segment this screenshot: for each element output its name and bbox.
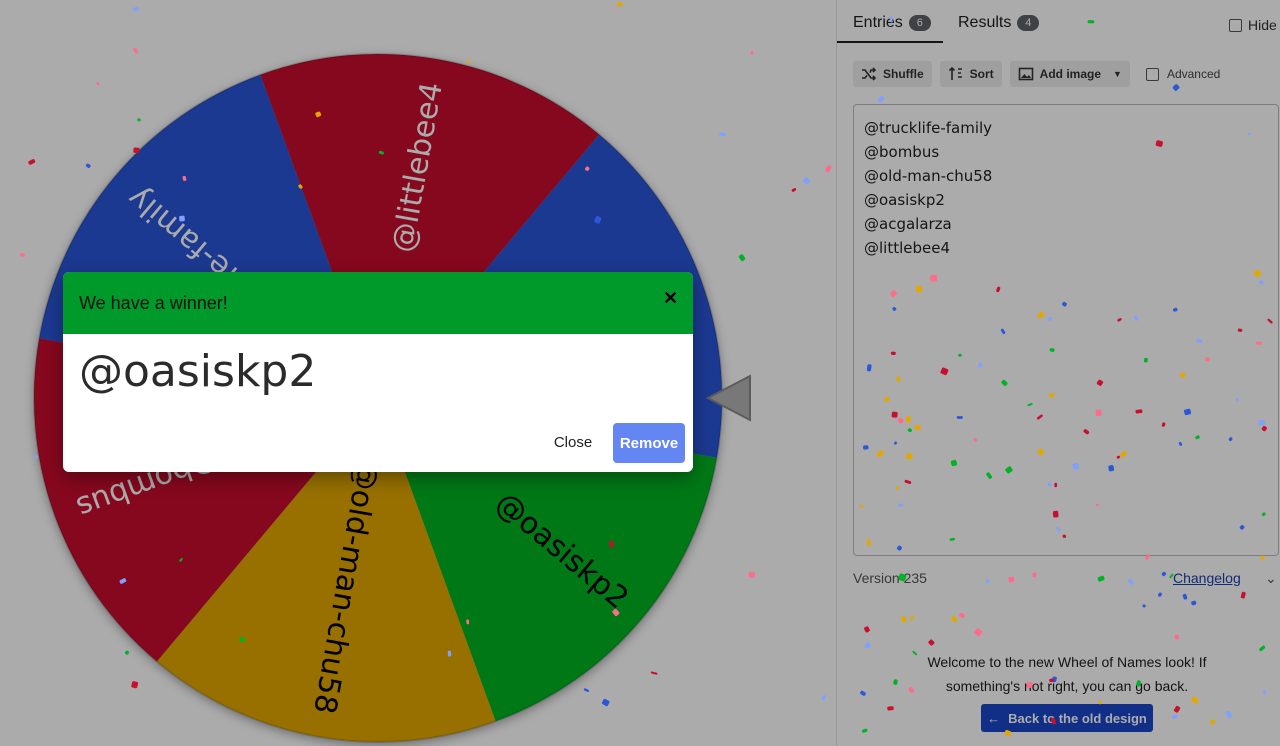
entries-textarea[interactable]: @trucklife-family @bombus @old-man-chu58… [853,104,1279,556]
shuffle-icon [862,67,877,81]
advanced-checkbox[interactable] [1145,67,1159,81]
chevron-down-icon[interactable]: ⌄ [1265,570,1277,587]
entries-count-badge: 6 [908,15,931,31]
add-image-button[interactable]: Add image ▼ [1009,61,1130,87]
version-text: Version 235 [853,570,927,586]
entry-line: @oasiskp2 [864,191,945,209]
back-to-old-design-button[interactable]: ← Back to the old design [981,704,1153,732]
tab-entries-label: Entries [853,14,903,31]
hide-label: Hide [1248,17,1277,33]
sort-label: Sort [969,67,994,81]
close-button[interactable]: Close [541,424,605,460]
entry-line: @old-man-chu58 [864,167,993,185]
hide-toggle[interactable]: Hide [1229,17,1277,33]
hide-checkbox[interactable] [1229,18,1242,32]
changelog-link[interactable]: Changelog [1173,570,1241,586]
active-tab-indicator [837,41,943,43]
tab-bar: Entries 6 Results 4 Hide [837,0,1280,44]
welcome-message: Welcome to the new Wheel of Names look! … [927,654,1207,694]
entry-line: @acgalarza [864,215,952,233]
chevron-down-icon: ▼ [1113,69,1122,79]
advanced-label: Advanced [1166,67,1221,81]
tab-entries[interactable]: Entries 6 [853,14,931,32]
entries-toolbar: Shuffle Sort Add image ▼ Advanced [853,60,1220,88]
tab-results-label: Results [958,14,1012,31]
shuffle-button[interactable]: Shuffle [853,61,932,87]
arrow-left-icon: ← [987,710,1001,726]
winner-dialog: We have a winner! ✕ @oasiskp2 Close Remo… [63,272,693,472]
close-icon[interactable]: ✕ [663,288,678,309]
back-button-label: Back to the old design [1008,710,1147,726]
entry-line: @trucklife-family [864,119,993,137]
sidebar: Entries 6 Results 4 Hide Shuffle Sort Ad… [836,0,1280,746]
sort-button[interactable]: Sort [939,61,1002,87]
image-icon [1018,67,1033,81]
tab-results[interactable]: Results 4 [958,14,1040,32]
shuffle-label: Shuffle [883,67,924,81]
entry-line: @bombus [864,143,940,161]
dialog-header: We have a winner! ✕ [63,272,693,334]
results-count-badge: 4 [1017,15,1040,31]
entry-line: @littlebee4 [864,239,951,257]
add-image-label: Add image [1039,67,1102,81]
winner-name: @oasiskp2 [79,346,317,397]
remove-button[interactable]: Remove [613,423,685,463]
sort-icon [948,66,962,80]
advanced-toggle[interactable]: Advanced [1145,67,1221,81]
dialog-title: We have a winner! [79,293,228,313]
